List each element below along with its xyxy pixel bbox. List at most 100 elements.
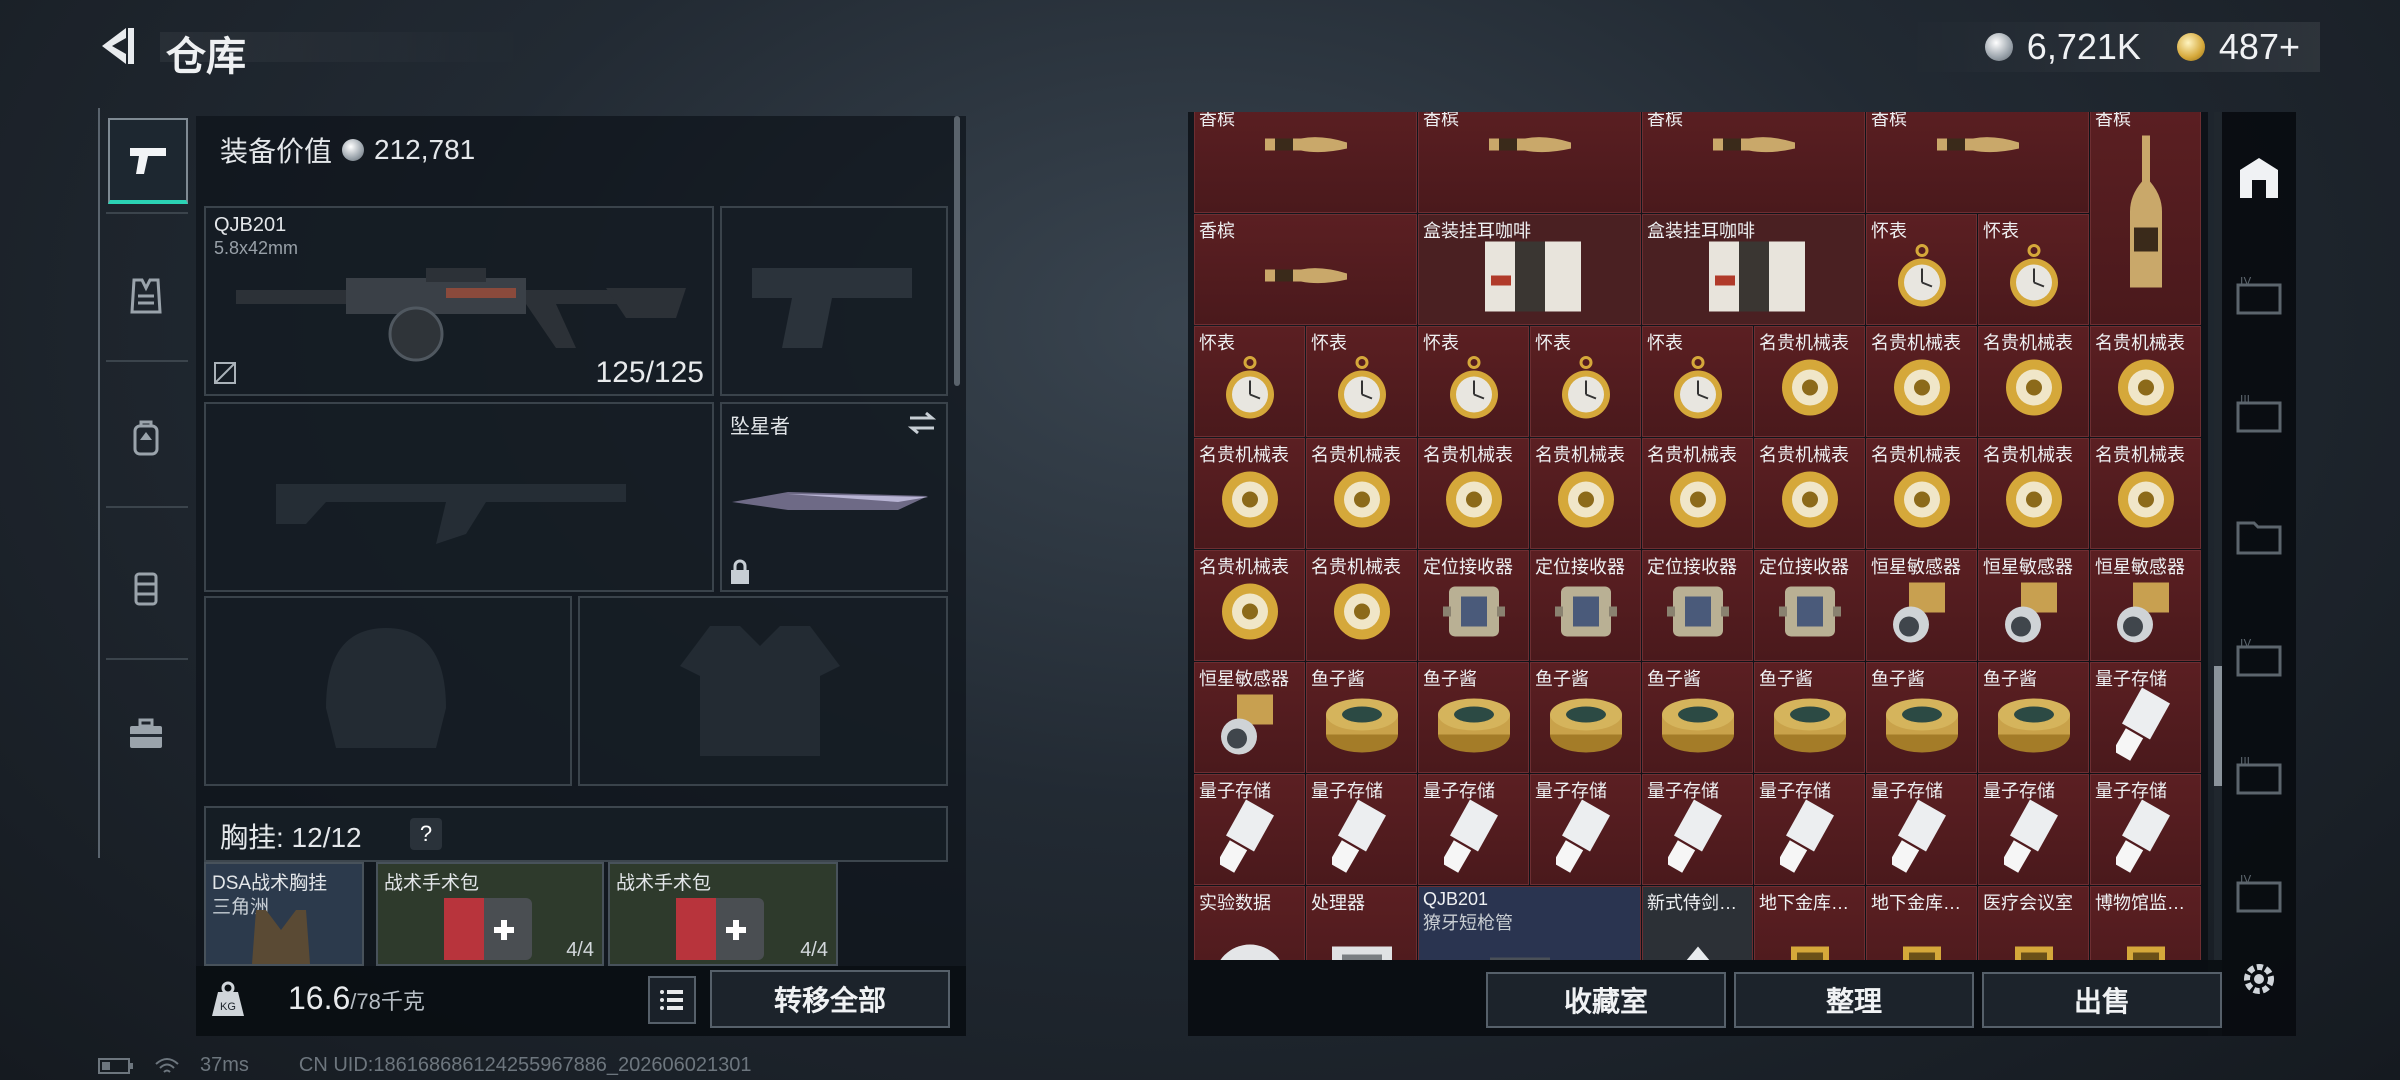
stash-item[interactable]: 地下金库… — [1866, 886, 1977, 960]
stash-item[interactable]: 名贵机械表 — [2090, 326, 2201, 437]
sell-button[interactable]: 出售 — [1982, 972, 2222, 1028]
stash-item[interactable]: 名贵机械表 — [1754, 326, 1865, 437]
stash-item-label: 定位接收器 — [1759, 557, 1849, 577]
stash-item[interactable]: 量子存储 — [1306, 774, 1417, 885]
settings-button[interactable] — [2230, 950, 2288, 1008]
stash-item[interactable]: 名贵机械表 — [1642, 438, 1753, 549]
stash-item[interactable]: 名贵机械表 — [1194, 438, 1305, 549]
stash-item-label: 名贵机械表 — [1759, 445, 1849, 465]
stash-item[interactable]: 量子存储 — [2090, 662, 2201, 773]
nav-weapons[interactable] — [108, 118, 188, 204]
stash-item[interactable]: 恒星敏感器 — [2090, 550, 2201, 661]
stash-item[interactable]: 量子存储 — [1194, 774, 1305, 885]
stash-tab-iii-1[interactable]: III — [2230, 386, 2288, 444]
arrange-button[interactable]: 整理 — [1734, 972, 1974, 1028]
stash-item[interactable]: 名贵机械表 — [1194, 550, 1305, 661]
stash-item[interactable]: 量子存储 — [1418, 774, 1529, 885]
stash-item[interactable]: 地下金库… — [1754, 886, 1865, 960]
gold-balance[interactable]: 487+ — [2219, 26, 2300, 68]
stash-item[interactable]: 恒星敏感器 — [1978, 550, 2089, 661]
surgical-kit-item[interactable]: 战术手术包 4/4 — [376, 862, 604, 966]
stash-item[interactable]: 名贵机械表 — [1866, 326, 1977, 437]
sword-card-icon — [1668, 941, 1728, 960]
stash-item[interactable]: 量子存储 — [1754, 774, 1865, 885]
stash-item[interactable]: 处理器 — [1306, 886, 1417, 960]
stash-item[interactable]: 名贵机械表 — [1978, 438, 2089, 549]
stash-item[interactable]: 恒星敏感器 — [1194, 662, 1305, 773]
stash-item[interactable]: 名贵机械表 — [1530, 438, 1641, 549]
stash-item[interactable]: 新式侍剑… — [1642, 886, 1753, 960]
back-button[interactable] — [96, 22, 144, 70]
stash-item[interactable]: 怀表 — [1306, 326, 1417, 437]
helmet-slot[interactable] — [204, 596, 572, 786]
stash-scroll-thumb[interactable] — [2214, 666, 2222, 786]
body-armor-slot[interactable] — [578, 596, 948, 786]
primary-weapon-slot[interactable]: QJB201 5.8x42mm 125/125 — [204, 206, 714, 396]
stash-tab-home[interactable] — [2230, 150, 2288, 208]
stash-item[interactable]: 鱼子酱 — [1978, 662, 2089, 773]
stash-item[interactable]: 量子存储 — [2090, 774, 2201, 885]
melee-slot[interactable]: 坠星者 — [720, 402, 948, 592]
stash-item[interactable]: 量子存储 — [1866, 774, 1977, 885]
stash-item[interactable]: 鱼子酱 — [1530, 662, 1641, 773]
loadout-scrollbar[interactable] — [954, 116, 960, 386]
stash-item[interactable]: 名贵机械表 — [1418, 438, 1529, 549]
stash-item[interactable]: 名贵机械表 — [1866, 438, 1977, 549]
stash-tab-folder[interactable] — [2230, 508, 2288, 566]
surgical-kit-item[interactable]: 战术手术包 4/4 — [608, 862, 838, 966]
stash-item[interactable]: 名贵机械表 — [1754, 438, 1865, 549]
stash-item[interactable]: 定位接收器 — [1642, 550, 1753, 661]
nav-backpack[interactable] — [108, 398, 184, 478]
stash-item[interactable]: 名贵机械表 — [1306, 550, 1417, 661]
nav-toolkit[interactable] — [108, 694, 184, 774]
stash-item[interactable]: 量子存储 — [1530, 774, 1641, 885]
stash-item[interactable]: 鱼子酱 — [1642, 662, 1753, 773]
swap-icon[interactable] — [906, 410, 938, 436]
stash-item[interactable]: 医疗会议室 — [1978, 886, 2089, 960]
stash-item[interactable]: 量子存储 — [1978, 774, 2089, 885]
stash-item[interactable]: 名贵机械表 — [1978, 326, 2089, 437]
stash-item[interactable]: 量子存储 — [1642, 774, 1753, 885]
stash-scrollbar[interactable] — [2214, 112, 2222, 960]
stash-item[interactable]: 鱼子酱 — [1866, 662, 1977, 773]
stash-item[interactable]: 鱼子酱 — [1418, 662, 1529, 773]
stash-item[interactable]: 实验数据 — [1194, 886, 1305, 960]
stash-item[interactable]: 怀表 — [1530, 326, 1641, 437]
stash-item[interactable]: 盒装挂耳咖啡 — [1642, 214, 1865, 325]
stash-item[interactable]: 香槟 — [1194, 112, 1417, 213]
stash-tab-iv-1[interactable]: IV — [2230, 268, 2288, 326]
nav-armor[interactable] — [108, 256, 184, 336]
stash-item[interactable]: 鱼子酱 — [1754, 662, 1865, 773]
stash-tab-iii-2[interactable]: III — [2230, 748, 2288, 806]
help-button[interactable]: ? — [410, 818, 442, 850]
stash-item[interactable]: 名贵机械表 — [1306, 438, 1417, 549]
stash-item[interactable]: 定位接收器 — [1418, 550, 1529, 661]
nav-chest-rig[interactable] — [108, 548, 184, 628]
stash-tab-iv-3[interactable]: IV — [2230, 866, 2288, 924]
stash-item[interactable]: 怀表 — [1418, 326, 1529, 437]
stash-item[interactable]: 定位接收器 — [1530, 550, 1641, 661]
stash-item[interactable]: 名贵机械表 — [2090, 438, 2201, 549]
stash-item[interactable]: 盒装挂耳咖啡 — [1418, 214, 1641, 325]
transfer-all-button[interactable]: 转移全部 — [710, 970, 950, 1028]
collection-room-button[interactable]: 收藏室 — [1486, 972, 1726, 1028]
stash-item[interactable]: 香槟 — [1642, 112, 1865, 213]
secondary-weapon-slot[interactable] — [204, 402, 714, 592]
pistol-slot[interactable] — [720, 206, 948, 396]
stash-item[interactable]: 香槟 — [2090, 112, 2201, 325]
stash-item[interactable]: QJB201 獠牙短枪管 — [1418, 886, 1641, 960]
stash-item[interactable]: 香槟 — [1866, 112, 2089, 213]
stash-item[interactable]: 鱼子酱 — [1306, 662, 1417, 773]
stash-item[interactable]: 香槟 — [1418, 112, 1641, 213]
stash-item[interactable]: 怀表 — [1978, 214, 2089, 325]
stash-item[interactable]: 恒星敏感器 — [1866, 550, 1977, 661]
stash-item[interactable]: 香槟 — [1194, 214, 1417, 325]
stash-item[interactable]: 怀表 — [1194, 326, 1305, 437]
stash-item[interactable]: 定位接收器 — [1754, 550, 1865, 661]
list-view-button[interactable] — [648, 976, 696, 1024]
stash-item[interactable]: 怀表 — [1642, 326, 1753, 437]
stash-item[interactable]: 怀表 — [1866, 214, 1977, 325]
stash-tab-iv-2[interactable]: IV — [2230, 630, 2288, 688]
chest-rig-item[interactable]: DSA战术胸挂 三角洲 — [204, 862, 364, 966]
stash-item[interactable]: 博物馆监… — [2090, 886, 2201, 960]
